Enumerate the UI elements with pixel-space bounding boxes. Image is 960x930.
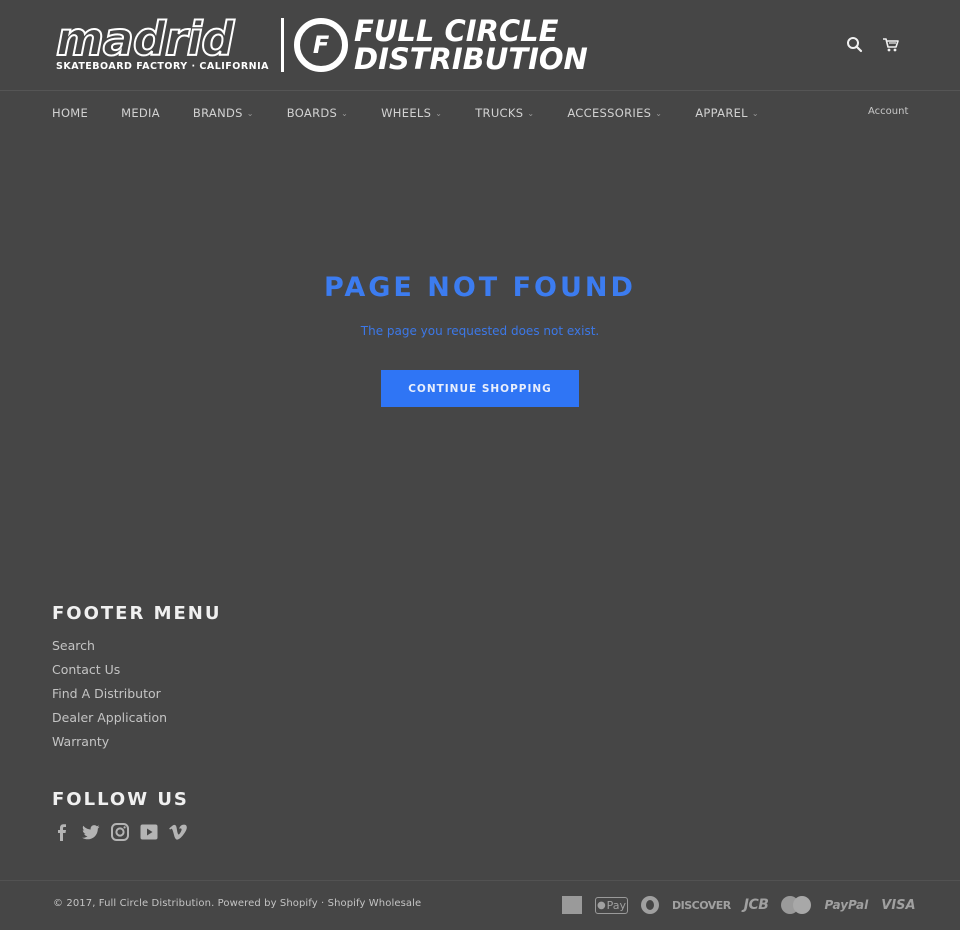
mastercard-icon [781, 896, 812, 914]
copyright: © 2017, Full Circle Distribution. Powere… [53, 898, 421, 909]
nav-label: BRANDS [192, 106, 243, 120]
chevron-down-icon: ⌄ [527, 108, 535, 118]
chevron-down-icon: ⌄ [751, 108, 759, 118]
chevron-down-icon: ⌄ [246, 108, 254, 118]
diners-club-icon [641, 896, 659, 914]
logo-divider [281, 18, 285, 72]
footer-link-dealer-application[interactable]: Dealer Application [52, 708, 167, 732]
copyright-prefix: © 2017, [53, 898, 99, 909]
social-links [52, 822, 197, 842]
footer-divider [0, 880, 960, 881]
nav-label: ACCESSORIES [567, 106, 652, 120]
footer-link-search[interactable]: Search [52, 636, 167, 660]
nav-item-trucks[interactable]: TRUCKS ⌄ [475, 106, 534, 120]
separator: · [317, 898, 328, 909]
search-icon[interactable] [846, 36, 864, 54]
follow-us-title: FOLLOW US [52, 789, 189, 810]
nav-item-accessories[interactable]: ACCESSORIES ⌄ [567, 106, 662, 120]
site-logo[interactable]: madrid SKATEBOARD FACTORY · CALIFORNIA F… [55, 12, 622, 76]
nav-label: MEDIA [121, 106, 160, 120]
account-link[interactable]: Account [868, 106, 908, 117]
amex-icon [562, 896, 582, 914]
not-found-content: PAGE NOT FOUND The page you requested do… [0, 270, 960, 407]
full-circle-logo-text: FULL CIRCLE DISTRIBUTION [354, 14, 588, 76]
nav-item-brands[interactable]: BRANDS ⌄ [193, 106, 254, 120]
header-divider [0, 90, 960, 91]
nav-label: HOME [52, 106, 89, 120]
nav-label: WHEELS [381, 106, 432, 120]
company-link[interactable]: Full Circle Distribution [99, 898, 211, 909]
footer-link-find-distributor[interactable]: Find A Distributor [52, 684, 167, 708]
madrid-logo: madrid SKATEBOARD FACTORY · CALIFORNIA [55, 12, 270, 72]
footer-link-contact-us[interactable]: Contact Us [52, 660, 167, 684]
main-nav: HOME MEDIA BRANDS ⌄ BOARDS ⌄ WHEELS ⌄ TRUCK… [52, 104, 759, 122]
chevron-down-icon: ⌄ [655, 108, 663, 118]
nav-item-home[interactable]: HOME [52, 106, 88, 120]
page-title: PAGE NOT FOUND [324, 272, 636, 303]
chevron-down-icon: ⌄ [341, 108, 349, 118]
instagram-icon[interactable] [110, 822, 130, 842]
footer-link-warranty[interactable]: Warranty [52, 732, 167, 756]
nav-item-wheels[interactable]: WHEELS ⌄ [381, 106, 442, 120]
madrid-logo-tagline: SKATEBOARD FACTORY · CALIFORNIA [56, 61, 270, 72]
apple-pay-icon: ● Pay [595, 896, 628, 914]
vimeo-icon[interactable] [168, 822, 188, 842]
logo-line-1: FULL CIRCLE [354, 14, 559, 48]
page-subtitle: The page you requested does not exist. [360, 324, 600, 338]
shopify-wholesale-link[interactable]: Shopify Wholesale [328, 898, 422, 909]
footer-menu-title: FOOTER MENU [52, 603, 222, 624]
jcb-icon: JCB [743, 897, 769, 913]
nav-label: APPAREL [695, 106, 748, 120]
logo-line-2: DISTRIBUTION [354, 42, 588, 76]
discover-icon: DISCOVER [672, 898, 731, 912]
youtube-icon[interactable] [139, 822, 159, 842]
madrid-logo-word: madrid [55, 12, 235, 66]
cart-icon[interactable] [882, 36, 900, 54]
nav-label: BOARDS [286, 106, 338, 120]
site-header: madrid SKATEBOARD FACTORY · CALIFORNIA F… [0, 0, 960, 91]
nav-item-media[interactable]: MEDIA [121, 106, 160, 120]
visa-icon: VISA [881, 897, 916, 913]
nav-item-boards[interactable]: BOARDS ⌄ [287, 106, 348, 120]
facebook-icon[interactable] [52, 822, 72, 842]
full-circle-logo-icon: F [294, 18, 349, 72]
nav-item-apparel[interactable]: APPAREL ⌄ [695, 106, 759, 120]
powered-by-shopify-link[interactable]: Powered by Shopify [218, 898, 318, 909]
paypal-icon: PayPal [824, 898, 869, 912]
chevron-down-icon: ⌄ [435, 108, 443, 118]
apple-pay-label: Pay [606, 898, 627, 912]
payment-icons: ● Pay DISCOVER JCB PayPal VISA [562, 894, 916, 916]
apple-glyph-icon: ● [596, 899, 606, 911]
footer-menu: Search Contact Us Find A Distributor Dea… [52, 636, 167, 756]
nav-label: TRUCKS [475, 106, 524, 120]
twitter-icon[interactable] [81, 822, 101, 842]
continue-shopping-button[interactable]: CONTINUE SHOPPING [381, 370, 579, 407]
